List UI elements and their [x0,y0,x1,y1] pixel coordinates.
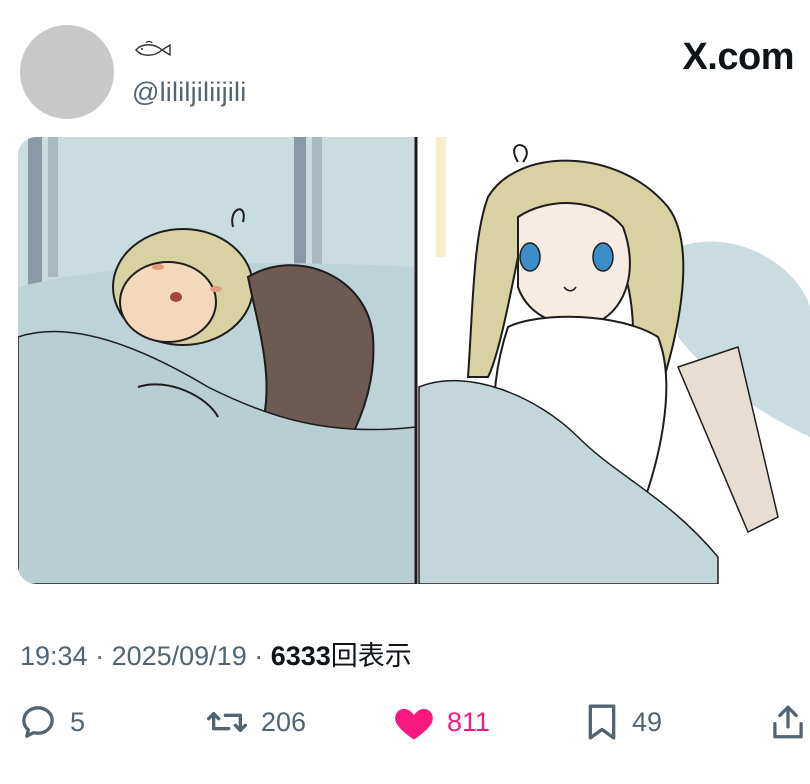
heart-icon [395,708,433,740]
like-count: 811 [447,706,491,737]
post-actions: 5 206 811 49 [0,700,810,744]
reply-icon [22,706,54,738]
post-image[interactable] [18,137,810,584]
bookmark-icon [588,704,616,740]
like-button[interactable]: 811 [393,700,490,744]
author-handle[interactable]: @lililjiliijili [132,77,246,108]
repost-count: 206 [261,706,307,737]
views-label: 回表示 [330,641,412,671]
post-date[interactable]: 2025/09/19 [112,641,247,671]
repost-button[interactable]: 206 [205,700,306,744]
meta-separator: · [87,641,112,671]
share-icon [773,705,803,739]
post-time: 19:34 [20,641,88,671]
share-button[interactable] [770,700,806,744]
meta-separator: · [246,641,271,671]
reply-count: 5 [70,706,86,737]
bookmark-button[interactable]: 49 [584,700,662,744]
views-count: 6333 [270,641,331,671]
fish-icon [135,40,171,57]
post-meta: 19:34 · 2025/09/19 · 6333回表示 [20,634,412,673]
reply-button[interactable]: 5 [18,700,85,744]
bookmark-count: 49 [632,706,663,737]
avatar[interactable] [20,25,114,119]
brand-logo: X.com [682,36,794,78]
repost-icon [207,712,247,732]
